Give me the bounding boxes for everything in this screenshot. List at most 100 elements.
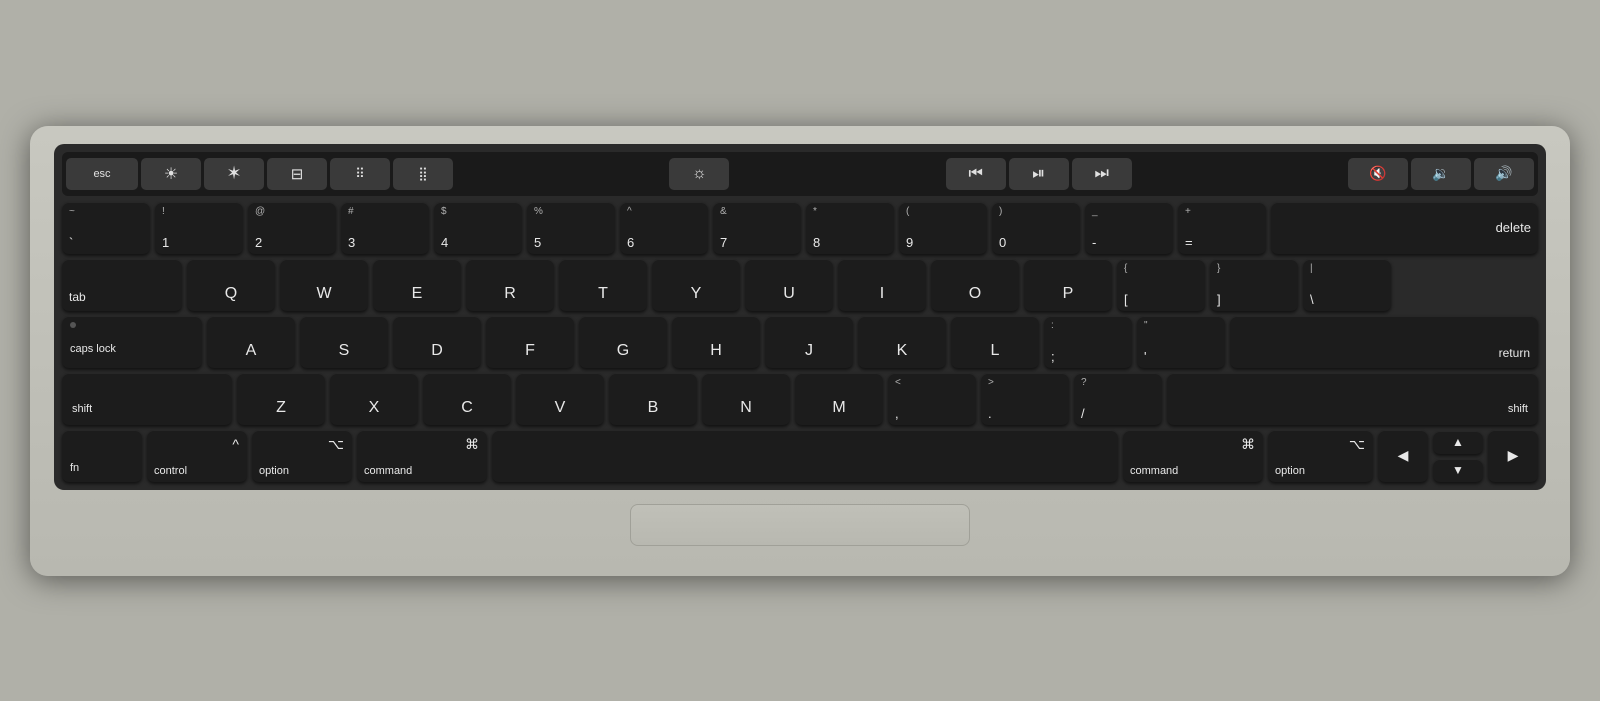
key-fn[interactable]: fn: [62, 430, 142, 482]
tb-play-pause-icon[interactable]: ⏯: [1009, 158, 1069, 190]
key-e[interactable]: E: [373, 259, 461, 311]
key-7[interactable]: & 7: [713, 202, 801, 254]
key-semicolon[interactable]: : ;: [1044, 316, 1132, 368]
key-1-main: 1: [162, 236, 169, 249]
key-period-main: .: [988, 407, 992, 420]
key-return[interactable]: return: [1230, 316, 1538, 368]
tb-volume-up-icon[interactable]: 🔊: [1474, 158, 1534, 190]
key-v[interactable]: V: [516, 373, 604, 425]
key-control[interactable]: ^ control: [147, 430, 247, 482]
key-open-bracket-main: [: [1124, 293, 1128, 306]
key-backtick-main: `: [69, 236, 73, 249]
key-minus[interactable]: _ -: [1085, 202, 1173, 254]
key-y[interactable]: Y: [652, 259, 740, 311]
key-shift-right-label: shift: [1508, 403, 1528, 415]
key-equals[interactable]: + =: [1178, 202, 1266, 254]
key-3-top: #: [348, 207, 354, 217]
tb-volume-down-icon[interactable]: 🔉: [1411, 158, 1471, 190]
key-j[interactable]: J: [765, 316, 853, 368]
key-6-top: ^: [627, 207, 632, 217]
key-s-label: S: [307, 343, 381, 359]
tb-mute-icon[interactable]: 🔇: [1348, 158, 1408, 190]
key-tab[interactable]: tab: [62, 259, 182, 311]
tb-rewind-icon[interactable]: ⏮: [946, 158, 1006, 190]
key-k[interactable]: K: [858, 316, 946, 368]
key-open-bracket[interactable]: { [: [1117, 259, 1205, 311]
key-t[interactable]: T: [559, 259, 647, 311]
key-2-top: @: [255, 207, 265, 217]
tb-launchpad-icon[interactable]: ⠿: [330, 158, 390, 190]
key-quote[interactable]: " ': [1137, 316, 1225, 368]
trackpad[interactable]: [630, 504, 970, 546]
key-x[interactable]: X: [330, 373, 418, 425]
key-command-right[interactable]: ⌘ command: [1123, 430, 1263, 482]
key-b[interactable]: B: [609, 373, 697, 425]
key-arrow-right[interactable]: ▶: [1488, 430, 1538, 482]
key-h-label: H: [679, 343, 753, 359]
tb-mission-control-icon[interactable]: ⊟: [267, 158, 327, 190]
key-command-left[interactable]: ⌘ command: [357, 430, 487, 482]
key-4[interactable]: $ 4: [434, 202, 522, 254]
key-period-top: >: [988, 378, 994, 388]
key-8[interactable]: * 8: [806, 202, 894, 254]
key-g[interactable]: G: [579, 316, 667, 368]
key-control-symbol: ^: [232, 436, 239, 452]
key-w[interactable]: W: [280, 259, 368, 311]
key-period[interactable]: > .: [981, 373, 1069, 425]
key-arrow-left[interactable]: ◀: [1378, 430, 1428, 482]
arrow-down-icon: ▼: [1452, 463, 1464, 477]
key-arrow-up[interactable]: ▲: [1433, 431, 1483, 454]
key-return-label: return: [1499, 346, 1530, 360]
key-slash[interactable]: ? /: [1074, 373, 1162, 425]
tb-keyboard-brightness-icon[interactable]: ⣿: [393, 158, 453, 190]
tb-brightness-up-icon[interactable]: ✶: [204, 158, 264, 190]
key-p[interactable]: P: [1024, 259, 1112, 311]
key-m[interactable]: M: [795, 373, 883, 425]
key-option-right[interactable]: ⌥ option: [1268, 430, 1373, 482]
key-h[interactable]: H: [672, 316, 760, 368]
key-3-main: 3: [348, 236, 355, 249]
key-0[interactable]: ) 0: [992, 202, 1080, 254]
key-9[interactable]: ( 9: [899, 202, 987, 254]
key-backtick[interactable]: ~ `: [62, 202, 150, 254]
key-3[interactable]: # 3: [341, 202, 429, 254]
key-6[interactable]: ^ 6: [620, 202, 708, 254]
key-quote-top: ": [1144, 321, 1148, 331]
key-v-label: V: [523, 400, 597, 416]
tb-fast-forward-icon[interactable]: ⏭: [1072, 158, 1132, 190]
key-n[interactable]: N: [702, 373, 790, 425]
key-close-bracket[interactable]: } ]: [1210, 259, 1298, 311]
key-i-label: I: [845, 286, 919, 302]
key-a[interactable]: A: [207, 316, 295, 368]
key-d[interactable]: D: [393, 316, 481, 368]
key-u[interactable]: U: [745, 259, 833, 311]
key-f[interactable]: F: [486, 316, 574, 368]
key-spacebar[interactable]: [492, 430, 1118, 482]
key-arrow-down[interactable]: ▼: [1433, 459, 1483, 482]
key-q[interactable]: Q: [187, 259, 275, 311]
key-2-main: 2: [255, 236, 262, 249]
key-comma[interactable]: < ,: [888, 373, 976, 425]
tb-display-brightness-icon[interactable]: ☼: [669, 158, 729, 190]
key-o[interactable]: O: [931, 259, 1019, 311]
key-z[interactable]: Z: [237, 373, 325, 425]
key-i[interactable]: I: [838, 259, 926, 311]
key-r[interactable]: R: [466, 259, 554, 311]
key-close-bracket-top: }: [1217, 264, 1220, 274]
key-caps-lock[interactable]: caps lock: [62, 316, 202, 368]
key-delete[interactable]: delete: [1271, 202, 1538, 254]
key-c[interactable]: C: [423, 373, 511, 425]
key-1[interactable]: ! 1: [155, 202, 243, 254]
key-5[interactable]: % 5: [527, 202, 615, 254]
tb-brightness-down-icon[interactable]: ☀: [141, 158, 201, 190]
key-2[interactable]: @ 2: [248, 202, 336, 254]
key-p-label: P: [1031, 286, 1105, 302]
key-caps-lock-label: caps lock: [70, 343, 116, 360]
key-option-left[interactable]: ⌥ option: [252, 430, 352, 482]
tb-esc-key[interactable]: esc: [66, 158, 138, 190]
key-shift-right[interactable]: shift: [1167, 373, 1538, 425]
key-s[interactable]: S: [300, 316, 388, 368]
key-backslash[interactable]: | \: [1303, 259, 1391, 311]
key-l[interactable]: L: [951, 316, 1039, 368]
key-shift-left[interactable]: shift: [62, 373, 232, 425]
